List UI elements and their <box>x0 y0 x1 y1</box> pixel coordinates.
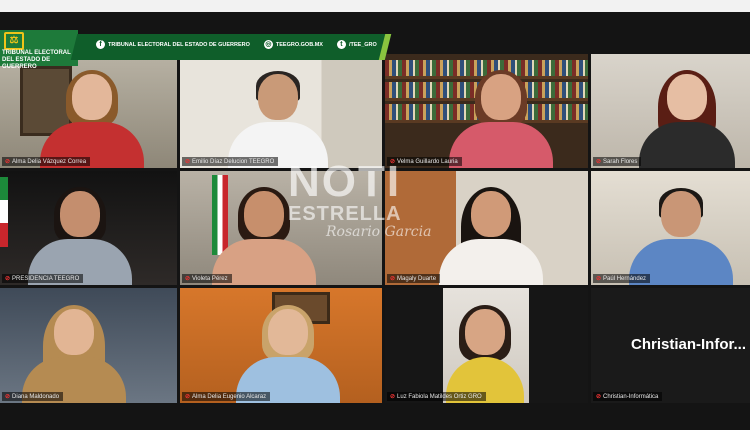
participant-name-tag: ⊘ Diana Maldonado <box>2 392 64 401</box>
participant-video <box>629 188 733 285</box>
video-tile[interactable]: ⊘ Diana Maldonado <box>0 288 177 403</box>
participant-name: PRESIDENCIA TEEGRO <box>12 275 80 282</box>
mic-muted-icon: ⊘ <box>390 276 396 282</box>
participant-video <box>28 187 132 285</box>
mic-muted-icon: ⊘ <box>596 276 602 282</box>
participant-name: Alma Delia Eugenio Alcaraz <box>192 393 267 400</box>
participant-video <box>439 187 543 285</box>
scales-logo-icon: ⚖ <box>4 32 24 50</box>
participant-name: Luz Fabiola Matildes Ortiz GRO <box>397 393 482 400</box>
top-strip <box>0 0 750 12</box>
camera-off-name: Christian-Infor... <box>630 336 746 353</box>
video-tile[interactable]: ⊘ Violeta Pérez <box>180 171 382 285</box>
mic-muted-icon: ⊘ <box>5 394 11 400</box>
participant-name-tag: ⊘ Alma Delia Vázquez Correa <box>2 157 91 166</box>
participant-name: Diana Maldonado <box>12 393 60 400</box>
mic-muted-icon: ⊘ <box>390 159 396 165</box>
participant-name-tag: ⊘ Violeta Pérez <box>182 274 232 283</box>
globe-icon: ◎ <box>263 40 273 49</box>
video-tile[interactable]: ⊘ Sarah Flores <box>591 54 750 168</box>
participant-name-tag: ⊘ Emilio Díaz Delucion TEEGRO <box>182 157 279 166</box>
facebook-link: f TRIBUNAL ELECTORAL DEL ESTADO DE GUERR… <box>96 40 250 49</box>
participant-name: Violeta Pérez <box>192 275 228 282</box>
mic-muted-icon: ⊘ <box>596 394 602 400</box>
mic-muted-icon: ⊘ <box>596 159 602 165</box>
participant-name-tag: ⊘ Sarah Flores <box>593 157 642 166</box>
mic-muted-icon: ⊘ <box>5 276 11 282</box>
video-tile-active-speaker[interactable]: ⊘ Magaly Duarte <box>385 171 588 285</box>
video-grid: ⊘ Alma Delia Vázquez Correa ⊘ Emilio Díaz … <box>0 54 750 406</box>
twitter-link: t /TEE_GRO <box>336 40 377 49</box>
participant-name-tag: ⊘ Paúl Hernández <box>593 274 651 283</box>
web-link: ◎ TEEGRO.GOB.MX <box>263 40 323 49</box>
twitter-label: /TEE_GRO <box>348 41 377 48</box>
participant-video <box>236 305 340 403</box>
participant-name-tag: ⊘ Luz Fabiola Matildes Ortiz GRO <box>387 392 486 401</box>
broadcast-banner: ⚖ TRIBUNAL ELECTORAL DEL ESTADO DE GUERR… <box>0 30 392 70</box>
video-tile[interactable]: ⊘ Emilio Díaz Delucion TEEGRO <box>180 54 382 168</box>
participant-name: Sarah Flores <box>603 158 638 165</box>
participant-video <box>446 305 524 403</box>
org-line-1: TRIBUNAL ELECTORAL <box>2 50 71 56</box>
participant-video <box>449 70 553 168</box>
participant-name: Magaly Duarte <box>397 275 437 282</box>
participant-name-tag: ⊘ Magaly Duarte <box>387 274 441 283</box>
participant-video <box>228 71 328 168</box>
participant-name-tag: ⊘ Alma Delia Eugenio Alcaraz <box>182 392 271 401</box>
banner-links: f TRIBUNAL ELECTORAL DEL ESTADO DE GUERR… <box>96 40 377 49</box>
web-label: TEEGRO.GOB.MX <box>275 41 323 48</box>
mic-muted-icon: ⊘ <box>5 159 11 165</box>
facebook-icon: f <box>96 40 105 49</box>
participant-video <box>639 70 735 168</box>
tribunal-seal: ⚖ TRIBUNAL ELECTORAL DEL ESTADO DE GUERR… <box>0 30 78 70</box>
video-tile-camera-off[interactable]: Christian-Infor... ⊘ Christian-Informátic… <box>591 288 750 403</box>
video-tile[interactable]: ⊘ Alma Delia Eugenio Alcaraz <box>180 288 382 403</box>
video-tile[interactable]: ⊘ Luz Fabiola Matildes Ortiz GRO <box>385 288 588 403</box>
video-tile[interactable]: ⊘ Velma Guillardo Lauria <box>385 54 588 168</box>
participant-name: Christian-Informática <box>603 393 659 400</box>
participant-name-tag: ⊘ Christian-Informática <box>593 392 663 401</box>
twitter-icon: t <box>336 40 346 49</box>
org-line-2: DEL ESTADO DE GUERRERO <box>2 57 51 70</box>
participant-name-tag: ⊘ Velma Guillardo Lauria <box>387 157 462 166</box>
video-tile[interactable]: ⊘ Alma Delia Vázquez Correa <box>0 54 177 168</box>
mic-muted-icon: ⊘ <box>185 276 191 282</box>
participant-video <box>212 187 316 285</box>
participant-name-tag: ⊘ PRESIDENCIA TEEGRO <box>2 274 84 283</box>
flag <box>0 177 8 247</box>
participant-name: Velma Guillardo Lauria <box>397 158 458 165</box>
video-tile[interactable]: ⊘ PRESIDENCIA TEEGRO <box>0 171 177 285</box>
participant-video <box>22 305 126 403</box>
video-tile[interactable]: ⊘ Paúl Hernández <box>591 171 750 285</box>
participant-video <box>40 70 144 168</box>
participant-name: Emilio Díaz Delucion TEEGRO <box>192 158 275 165</box>
mic-muted-icon: ⊘ <box>185 394 191 400</box>
participant-name: Paúl Hernández <box>603 275 647 282</box>
participant-name: Alma Delia Vázquez Correa <box>12 158 87 165</box>
facebook-label: TRIBUNAL ELECTORAL DEL ESTADO DE GUERRER… <box>108 41 250 48</box>
mic-muted-icon: ⊘ <box>185 159 191 165</box>
mic-muted-icon: ⊘ <box>390 394 396 400</box>
org-name: TRIBUNAL ELECTORAL DEL ESTADO DE GUERRER… <box>2 50 78 71</box>
